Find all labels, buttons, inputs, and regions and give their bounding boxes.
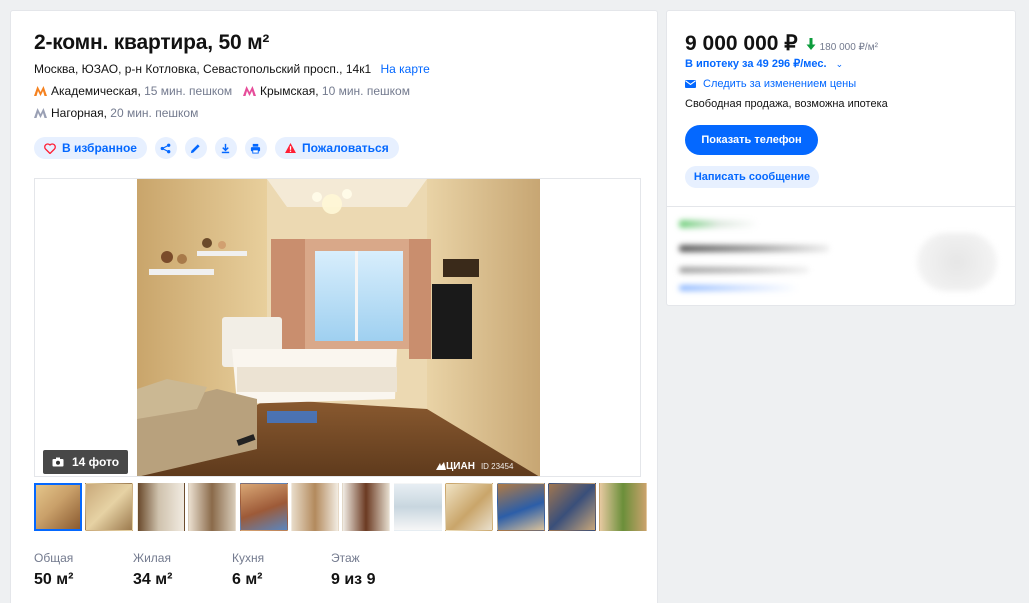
- metro-station-3: Нагорная, 20 мин. пешком: [34, 106, 198, 120]
- price-card: 9 000 000 ₽ 180 000 ₽/м² В ипотеку за 49…: [666, 10, 1016, 306]
- thumbnail[interactable]: [547, 483, 596, 531]
- specs-row: Общая 50 м² Жилая 34 м² Кухня 6 м² Этаж …: [34, 551, 430, 589]
- chevron-down-icon: ⌄: [835, 59, 844, 69]
- photo-counter[interactable]: 14 фото: [43, 450, 129, 474]
- spec-floor: Этаж 9 из 9: [331, 551, 430, 589]
- thumbnail[interactable]: [599, 483, 648, 531]
- metro-name: Академическая: [51, 84, 138, 98]
- arrow-down-icon: [806, 38, 816, 50]
- spec-label: Этаж: [331, 551, 360, 565]
- price-per-meter: 180 000 ₽/м²: [819, 42, 878, 53]
- agent-offers-blurred: [679, 285, 799, 291]
- spec-label: Жилая: [133, 551, 171, 565]
- agent-name-blurred: [679, 245, 829, 252]
- thumbnail[interactable]: [393, 483, 442, 531]
- printer-icon: [251, 143, 261, 154]
- metro-icon: [243, 86, 256, 96]
- thumbnail[interactable]: [85, 483, 134, 531]
- thumbnail[interactable]: [239, 483, 288, 531]
- photo-counter-label: 14 фото: [72, 455, 120, 469]
- spec-value: 9 из 9: [331, 571, 376, 588]
- agent-avatar-blurred: [917, 233, 997, 291]
- mortgage-link[interactable]: В ипотеку за 49 296 ₽/мес. ⌄: [685, 57, 843, 70]
- photo-gallery[interactable]: 14 фото ЦИАН ID 23454: [34, 178, 641, 477]
- thumbnail[interactable]: [136, 483, 185, 531]
- action-bar: В избранное Пожаловаться: [34, 137, 407, 159]
- metro-walk-sep: ,: [315, 84, 322, 98]
- show-phone-button[interactable]: Показать телефон: [685, 125, 818, 155]
- spec-value: 50 м²: [34, 571, 74, 588]
- track-price-label: Следить за изменением цены: [703, 78, 857, 90]
- share-button[interactable]: [154, 137, 177, 159]
- download-button[interactable]: [214, 137, 237, 159]
- complain-label: Пожаловаться: [301, 141, 389, 155]
- print-button[interactable]: [244, 137, 267, 159]
- mail-icon: [685, 80, 696, 88]
- pencil-icon: [191, 143, 201, 153]
- metro-station-1: Академическая, 15 мин. пешком: [34, 84, 232, 98]
- address-text: Москва, ЮЗАО, р-н Котловка, Севастопольс…: [34, 62, 372, 76]
- edit-button[interactable]: [184, 137, 207, 159]
- agent-badge-blurred: [679, 220, 759, 228]
- mortgage-label: В ипотеку за 49 296 ₽/мес.: [685, 58, 827, 70]
- favorite-label: В избранное: [62, 141, 137, 155]
- agent-type-blurred: [679, 267, 809, 273]
- metro-name: Крымская: [260, 84, 316, 98]
- share-icon: [161, 143, 171, 153]
- download-icon: [222, 143, 230, 153]
- spec-value: 34 м²: [133, 571, 173, 588]
- heart-icon: [44, 142, 56, 154]
- metro-walk-sep: ,: [103, 106, 111, 120]
- metro-walk: 20 мин. пешком: [110, 106, 199, 120]
- listing-card: 2-комн. квартира, 50 м² Москва, ЮЗАО, р-…: [10, 10, 658, 603]
- track-price-link[interactable]: Следить за изменением цены: [685, 78, 856, 90]
- spec-label: Кухня: [232, 551, 265, 565]
- thumbnail[interactable]: [445, 483, 494, 531]
- metro-icon: [34, 86, 47, 96]
- metro-walk: 10 мин. пешком: [321, 84, 410, 98]
- photo-watermark: ЦИАН ID 23454: [436, 461, 513, 472]
- spec-total-area: Общая 50 м²: [34, 551, 133, 589]
- write-message-button[interactable]: Написать сообщение: [685, 166, 819, 188]
- thumbnail[interactable]: [34, 483, 82, 531]
- camera-icon: [52, 457, 64, 467]
- watermark-id: ID 23454: [480, 462, 514, 471]
- divider: [667, 206, 1015, 207]
- price-block: 9 000 000 ₽ 180 000 ₽/м²: [685, 31, 878, 56]
- complain-button[interactable]: Пожаловаться: [274, 137, 399, 159]
- main-photo[interactable]: [137, 179, 540, 476]
- metro-icon: [34, 108, 47, 118]
- thumbnail[interactable]: [290, 483, 339, 531]
- metro-name: Нагорная: [51, 106, 104, 120]
- room-photo-image: [137, 179, 540, 476]
- spec-value: 6 м²: [232, 571, 263, 588]
- favorite-button[interactable]: В избранное: [34, 137, 147, 159]
- thumbnail[interactable]: [496, 483, 545, 531]
- listing-title: 2-комн. квартира, 50 м²: [34, 31, 270, 54]
- price-value: 9 000 000 ₽: [685, 32, 798, 55]
- spec-living-area: Жилая 34 м²: [133, 551, 232, 589]
- warning-icon: [285, 143, 296, 153]
- metro-station-2: Крымская, 10 мин. пешком: [243, 84, 410, 98]
- metro-walk: 15 мин. пешком: [144, 84, 233, 98]
- thumbnail[interactable]: [342, 483, 391, 531]
- spec-kitchen-area: Кухня 6 м²: [232, 551, 331, 589]
- metro-walk-sep: ,: [137, 84, 145, 98]
- spec-label: Общая: [34, 551, 74, 565]
- listing-address: Москва, ЮЗАО, р-н Котловка, Севастопольс…: [34, 62, 430, 76]
- watermark-brand: ЦИАН: [446, 461, 475, 472]
- sale-type: Свободная продажа, возможна ипотека: [685, 98, 888, 110]
- thumbnail-strip: [34, 483, 651, 531]
- map-link[interactable]: На карте: [380, 62, 429, 76]
- thumbnail[interactable]: [188, 483, 237, 531]
- cian-logo-icon: [436, 461, 446, 470]
